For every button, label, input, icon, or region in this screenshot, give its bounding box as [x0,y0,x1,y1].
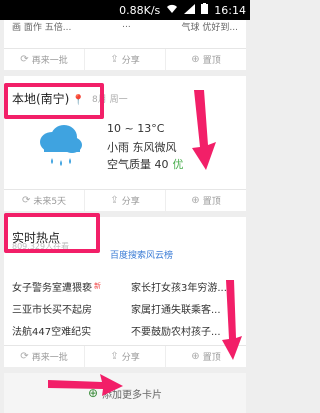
wifi-icon [166,4,178,17]
pin-button[interactable]: ⊕ 置顶 [166,49,246,70]
highlight-box [4,213,100,253]
aqi-level: 优 [172,158,184,171]
news-card: 画 面作 五倍... ... 气球 优好到... ⟳ 再来一批 ⇪ 分享 ⊕ 置… [4,20,246,70]
arrow-icon [222,280,242,360]
temperature-range: 10 ~ 13°C [107,122,165,135]
refresh-label: 再来一批 [31,353,68,363]
hot-item-text: 女子警务室遭猥亵 [12,282,92,294]
rain-cloud-icon [34,120,86,172]
hot-item[interactable]: 三亚市长买不起房 [12,297,121,319]
card-fragment: 画 面作 五倍... ... 气球 优好到... [4,20,246,36]
share-button[interactable]: ⇪ 分享 [85,49,166,70]
weather-description: 小雨 东风微风 [107,141,177,154]
pin-top-icon: ⊕ [191,195,200,206]
hot-item-text: 不要鼓励农村孩子... [131,326,221,338]
add-more-cards-button[interactable]: ⊕ 添加更多卡片 [4,373,246,413]
hot-actions: ⟳ 再来一批 ⇪ 分享 ⊕ 置顶 [4,345,246,367]
network-speed: 0.88K/s [119,3,161,17]
pin-label: 置顶 [202,353,221,363]
fragment-text: 画 面作 五倍... [12,23,72,33]
hot-item[interactable]: 法航447空难纪实 [12,319,121,341]
air-quality: 空气质量 40 优 [107,156,184,172]
refresh-label: 再来一批 [31,56,68,66]
battery-icon [201,3,209,17]
next5-label: 未来5天 [33,197,67,207]
pin-top-icon: ⊕ [191,54,200,65]
clock: 16:14 [214,3,246,17]
share-button[interactable]: ⇪ 分享 [85,190,166,211]
share-icon: ⇪ [110,351,119,362]
next-5-days-button[interactable]: ⟳ 未来5天 [4,190,85,211]
hot-source-link[interactable]: 百度搜索风云榜 [110,248,173,261]
pin-label: 置顶 [202,197,221,207]
share-icon: ⇪ [110,54,119,65]
share-icon: ⇪ [110,195,119,206]
pin-top-icon: ⊕ [191,351,200,362]
hot-item-text: 家属打通失联乘客... [131,304,221,316]
refresh-button[interactable]: ⟳ 再来一批 [4,346,85,367]
hot-item-text: 家长打女孩3年穷游... [131,282,227,294]
pin-label: 置顶 [202,56,221,66]
refresh-icon: ⟳ [20,351,29,362]
hot-item-text: 三亚市长买不起房 [12,304,92,316]
highlight-box [4,83,104,119]
hot-list: 女子警务室遭猥亵新 家长打女孩3年穷游... 三亚市长买不起房 家属打通失联乘客… [12,275,240,341]
aqi-label: 空气质量 40 [107,158,169,171]
arrow-icon [48,374,123,396]
refresh-icon: ⟳ [20,54,29,65]
new-badge: 新 [94,282,101,290]
share-button[interactable]: ⇪ 分享 [85,346,166,367]
share-label: 分享 [121,56,140,66]
share-label: 分享 [121,197,140,207]
status-bar: 0.88K/s 16:14 [0,0,250,20]
refresh-button[interactable]: ⟳ 再来一批 [4,49,85,70]
card-actions: ⟳ 再来一批 ⇪ 分享 ⊕ 置顶 [4,48,246,70]
pin-button[interactable]: ⊕ 置顶 [166,190,246,211]
calendar-icon: ⟳ [21,195,31,206]
fragment-text: ... [122,20,131,30]
signal-icon [184,3,196,17]
hot-item[interactable]: 女子警务室遭猥亵新 [12,275,121,297]
fragment-text: 气球 优好到... [181,23,238,33]
share-label: 分享 [121,353,140,363]
weather-actions: ⟳ 未来5天 ⇪ 分享 ⊕ 置顶 [4,189,246,211]
hot-item-text: 法航447空难纪实 [12,326,92,338]
arrow-icon [192,90,216,170]
